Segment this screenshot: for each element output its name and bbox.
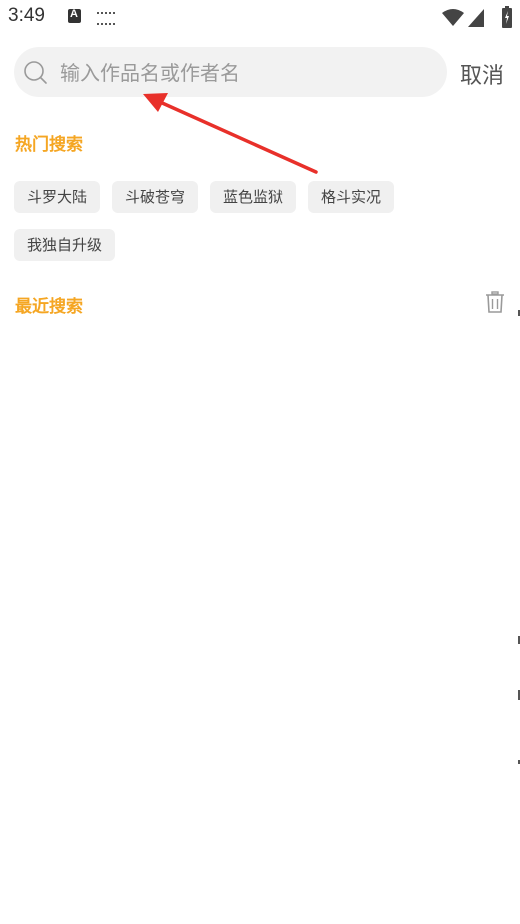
keyboard-icon (97, 12, 115, 25)
search-box[interactable] (14, 47, 447, 97)
hot-search-tag[interactable]: 斗破苍穹 (112, 181, 199, 213)
search-input[interactable] (58, 56, 432, 90)
battery-icon (502, 6, 512, 28)
cancel-button[interactable]: 取消 (460, 58, 504, 90)
status-icons (432, 6, 512, 28)
signal-icon (468, 9, 484, 27)
status-time: 3:49 (8, 5, 45, 26)
hot-search-tag[interactable]: 格斗实况 (308, 181, 395, 213)
hot-search-title: 热门搜索 (15, 135, 83, 155)
status-bar: 3:49 (0, 0, 520, 34)
hot-search-tag[interactable]: 蓝色监狱 (210, 181, 297, 213)
hot-search-tag[interactable]: 我独自升级 (14, 229, 116, 261)
hot-search-tags: 斗罗大陆 斗破苍穹 蓝色监狱 格斗实况我独自升级 (14, 181, 434, 277)
recent-search-title: 最近搜索 (15, 297, 83, 317)
notification-a-icon (68, 8, 81, 23)
trash-icon[interactable] (485, 291, 505, 313)
wifi-icon (442, 9, 464, 26)
hot-search-tag[interactable]: 斗罗大陆 (14, 181, 101, 213)
search-icon (24, 61, 47, 84)
